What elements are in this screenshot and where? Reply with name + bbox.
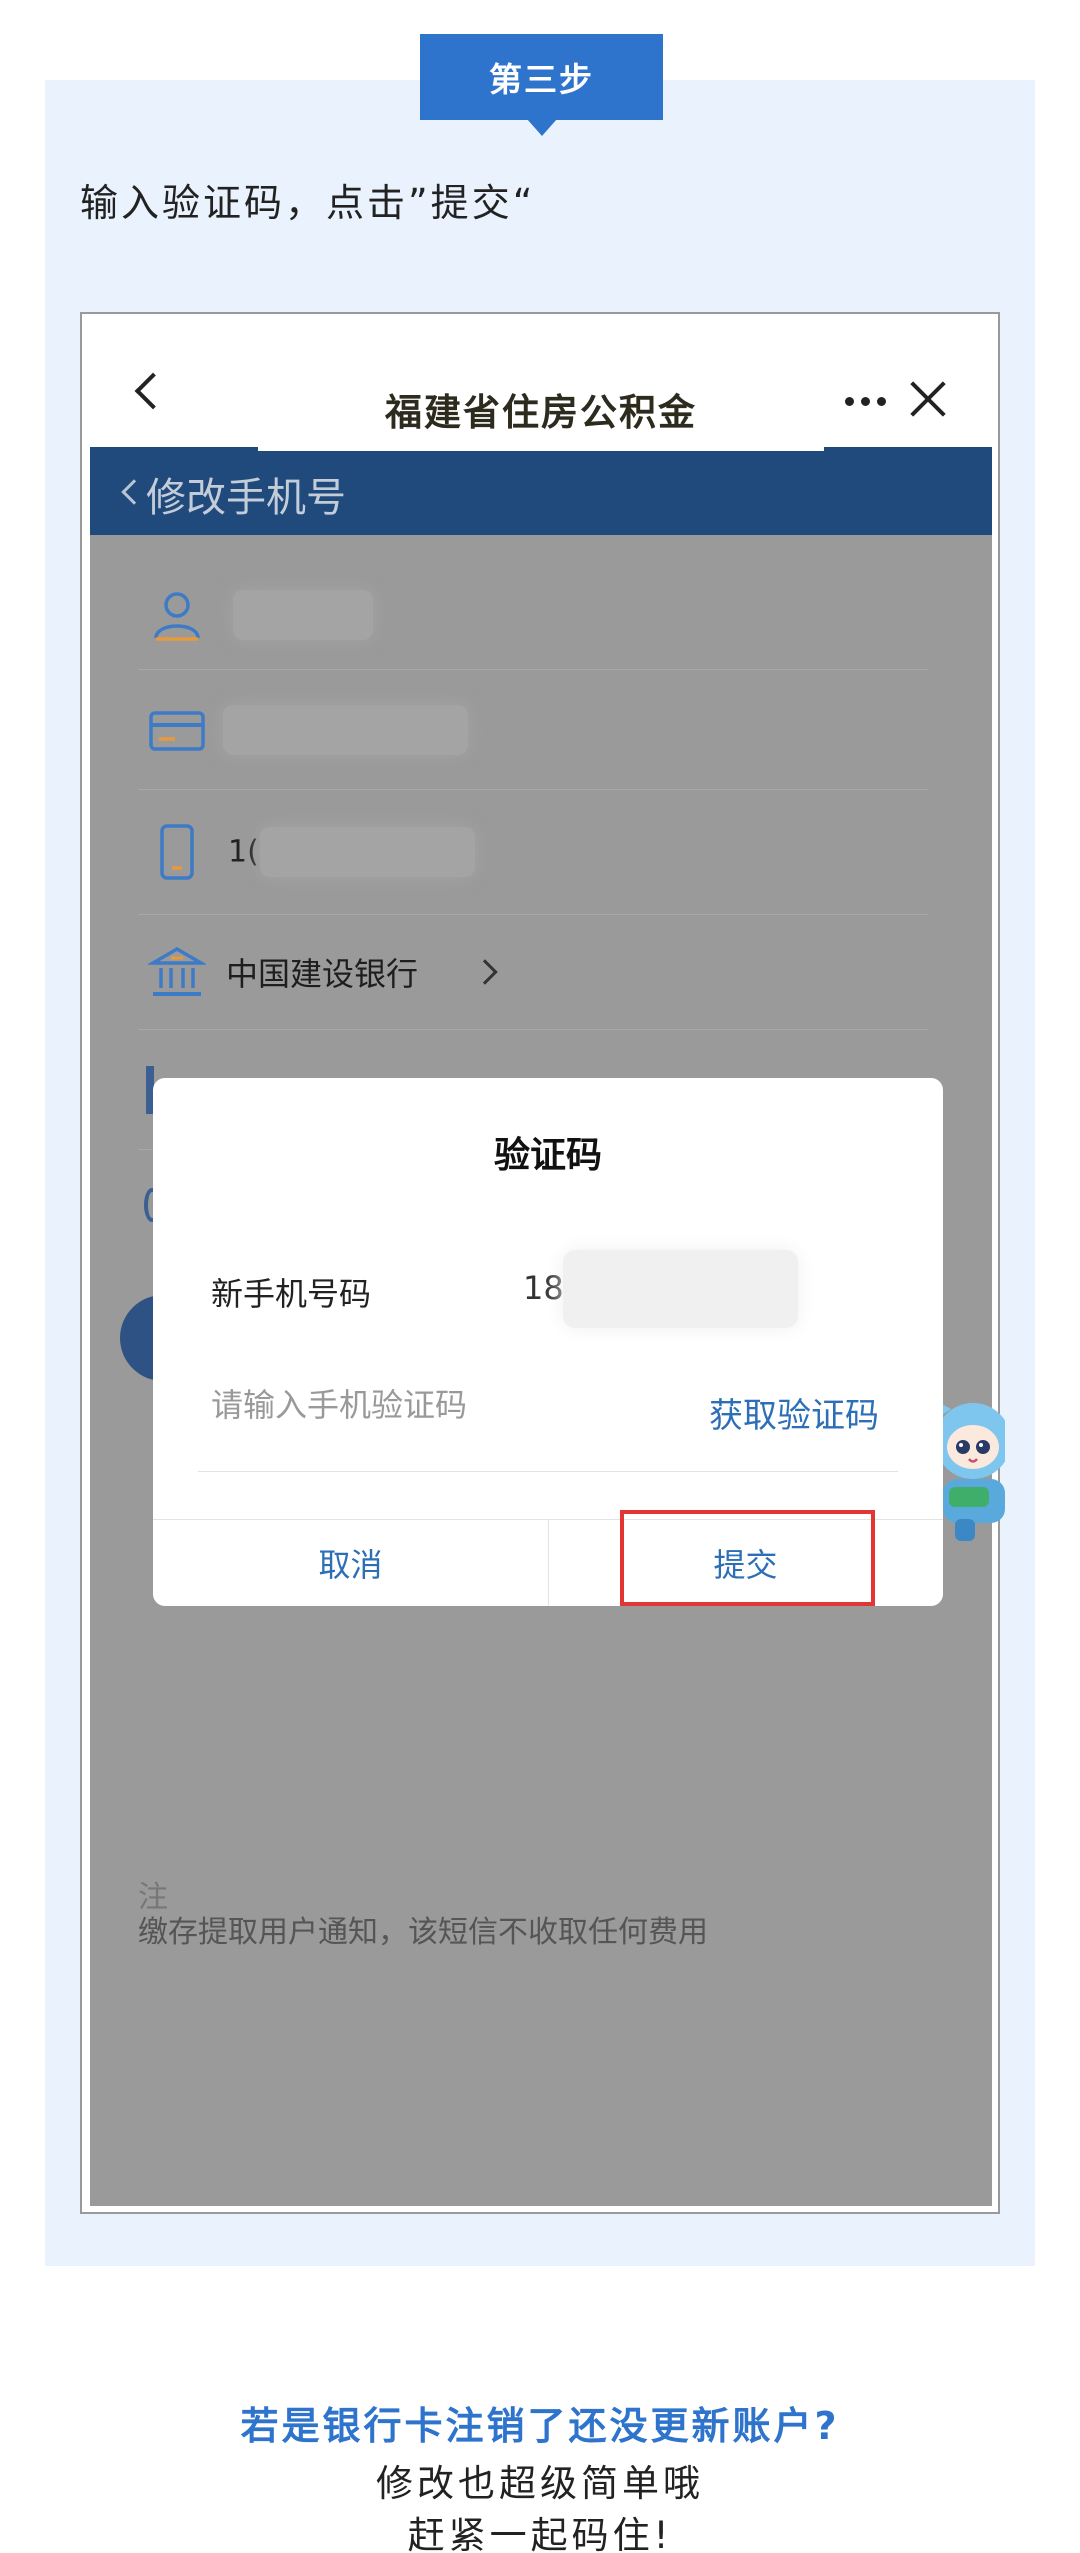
footer-line-2: 赶紧一起码住! — [407, 2514, 673, 2553]
input-underline — [198, 1471, 898, 1472]
chevron-left-icon[interactable] — [121, 479, 147, 505]
nav-title: 福建省住房公积金 — [385, 391, 697, 434]
header-divider — [258, 443, 824, 451]
phone-number-redacted — [563, 1250, 798, 1328]
phone-row: 1( — [138, 790, 928, 915]
page-title: 修改手机号 — [146, 475, 346, 521]
footer-question: 若是银行卡注销了还没更新账户? — [240, 2404, 840, 2448]
step-badge-pointer — [527, 119, 557, 136]
nav-bar: 福建省住房公积金 — [90, 322, 992, 447]
bank-row[interactable]: 中国建设银行 — [138, 915, 928, 1030]
get-code-button[interactable]: 获取验证码 — [709, 1388, 879, 1437]
chevron-right-icon — [472, 959, 498, 985]
close-icon[interactable] — [908, 379, 948, 419]
phone-prefix: 1( — [228, 834, 259, 870]
mobile-phone-icon — [160, 824, 194, 880]
bank-icon — [148, 946, 206, 996]
id-redacted — [223, 704, 468, 755]
cancel-button[interactable]: 取消 — [153, 1519, 548, 1606]
submit-highlight-box — [620, 1510, 875, 1606]
id-row — [138, 670, 928, 790]
user-icon — [154, 591, 200, 641]
phone-redacted — [260, 827, 475, 877]
bank-name: 中国建设银行 — [226, 955, 419, 993]
name-redacted — [233, 589, 373, 640]
step-instruction: 输入验证码，点击”提交“ — [80, 181, 536, 225]
footer-line-1: 修改也超级简单哦 — [376, 2462, 704, 2505]
id-card-icon — [149, 710, 205, 751]
new-phone-label: 新手机号码 — [211, 1275, 372, 1313]
more-icon[interactable] — [845, 397, 886, 406]
page-header: 修改手机号 — [90, 443, 992, 535]
dialog-title: 验证码 — [493, 1135, 602, 1176]
notice-text: 缴存提取用户通知，该短信不收取任何费用 — [138, 1915, 708, 1950]
name-row — [138, 560, 928, 670]
verification-code-input[interactable] — [211, 1386, 631, 1424]
step-badge: 第三步 — [420, 34, 663, 120]
